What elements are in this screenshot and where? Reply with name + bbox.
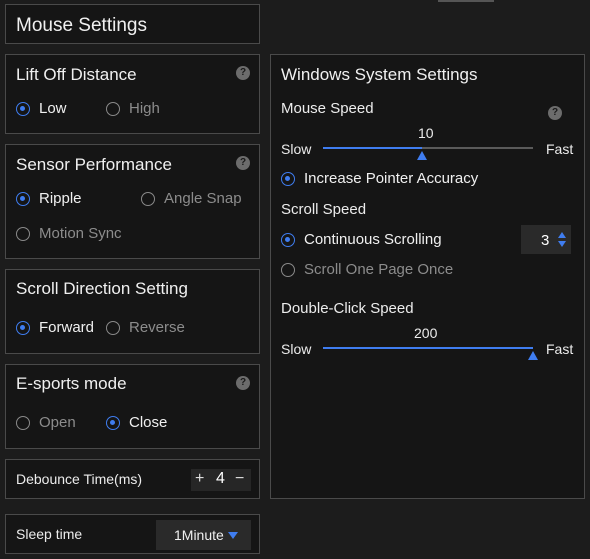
help-icon[interactable]: ? xyxy=(236,156,250,170)
help-icon[interactable]: ? xyxy=(236,376,250,390)
stepper-down-icon[interactable] xyxy=(558,241,566,247)
radio-icon xyxy=(106,101,120,116)
debounce-label: Debounce Time(ms) xyxy=(16,471,143,487)
debounce-decrease-button[interactable]: − xyxy=(235,470,244,488)
radio-icon xyxy=(16,415,30,430)
sensor-performance-panel: Sensor Performance ? Ripple Angle Snap M… xyxy=(5,144,260,259)
double-click-speed-value: 200 xyxy=(414,325,438,341)
chevron-down-icon xyxy=(228,532,238,539)
scroll-lines-stepper[interactable]: 3 xyxy=(521,225,571,254)
sensor-performance-title: Sensor Performance xyxy=(16,155,172,174)
lift-off-low-radio[interactable]: Low xyxy=(16,100,67,117)
scroll-speed-label: Scroll Speed xyxy=(281,201,367,218)
radio-icon xyxy=(16,101,30,116)
radio-icon xyxy=(16,226,30,241)
mouse-speed-slider-thumb[interactable] xyxy=(417,151,427,160)
sensor-angle-snap-radio[interactable]: Angle Snap xyxy=(141,190,242,207)
esports-mode-title: E-sports mode xyxy=(16,374,127,393)
radio-icon xyxy=(16,320,30,335)
debounce-value: 4 xyxy=(216,470,225,487)
sensor-motion-sync-radio[interactable]: Motion Sync xyxy=(16,225,122,242)
debounce-stepper: + 4 − xyxy=(191,469,251,491)
scroll-lines-value: 3 xyxy=(541,232,550,249)
increase-pointer-accuracy-checkbox[interactable]: Increase Pointer Accuracy xyxy=(281,170,478,187)
double-click-speed-slider[interactable] xyxy=(323,347,538,360)
windows-system-settings-panel: Windows System Settings Mouse Speed ? 10… xyxy=(270,54,585,499)
mouse-speed-slider-fill xyxy=(323,147,422,149)
radio-icon xyxy=(141,191,155,206)
double-click-speed-label: Double-Click Speed xyxy=(281,300,414,317)
radio-icon xyxy=(106,320,120,335)
lift-off-distance-title: Lift Off Distance xyxy=(16,65,137,84)
radio-icon xyxy=(281,232,295,247)
scroll-forward-radio[interactable]: Forward xyxy=(16,319,94,336)
continuous-scrolling-radio[interactable]: Continuous Scrolling xyxy=(281,231,442,248)
double-click-slider-thumb[interactable] xyxy=(528,351,538,360)
sensor-ripple-radio[interactable]: Ripple xyxy=(16,190,82,207)
double-click-fast-label: Fast xyxy=(546,341,574,357)
mouse-speed-fast-label: Fast xyxy=(546,141,574,157)
lift-off-distance-panel: Lift Off Distance ? Low High xyxy=(5,54,260,134)
mouse-speed-slider[interactable] xyxy=(323,147,533,160)
scroll-reverse-radio[interactable]: Reverse xyxy=(106,319,185,336)
esports-open-radio[interactable]: Open xyxy=(16,414,76,431)
esports-close-radio[interactable]: Close xyxy=(106,414,167,431)
windows-system-settings-title: Windows System Settings xyxy=(281,65,478,84)
top-indicator-bar xyxy=(438,0,494,2)
scroll-one-page-radio[interactable]: Scroll One Page Once xyxy=(281,261,453,278)
double-click-slider-fill xyxy=(323,347,533,349)
radio-icon xyxy=(281,262,295,277)
mouse-speed-slow-label: Slow xyxy=(281,141,312,157)
sleep-time-dropdown[interactable]: 1Minute xyxy=(156,520,251,550)
help-icon[interactable]: ? xyxy=(236,66,250,80)
debounce-panel: Debounce Time(ms) + 4 − xyxy=(5,459,260,499)
radio-icon xyxy=(281,171,295,186)
mouse-speed-label: Mouse Speed xyxy=(281,100,374,117)
scroll-direction-panel: Scroll Direction Setting Forward Reverse xyxy=(5,269,260,354)
sleep-time-label: Sleep time xyxy=(16,526,83,542)
double-click-slow-label: Slow xyxy=(281,341,312,357)
header-panel: Mouse Settings xyxy=(5,4,260,44)
sleep-time-value: 1Minute xyxy=(174,527,224,543)
radio-icon xyxy=(106,415,120,430)
esports-mode-panel: E-sports mode ? Open Close xyxy=(5,364,260,449)
debounce-increase-button[interactable]: + xyxy=(195,470,204,488)
radio-icon xyxy=(16,191,30,206)
sleep-time-panel: Sleep time 1Minute xyxy=(5,514,260,554)
scroll-direction-title: Scroll Direction Setting xyxy=(16,279,188,298)
mouse-speed-value: 10 xyxy=(418,125,434,141)
help-icon[interactable]: ? xyxy=(548,106,562,120)
lift-off-high-radio[interactable]: High xyxy=(106,100,160,117)
stepper-up-icon[interactable] xyxy=(558,232,566,238)
page-title: Mouse Settings xyxy=(16,15,147,36)
